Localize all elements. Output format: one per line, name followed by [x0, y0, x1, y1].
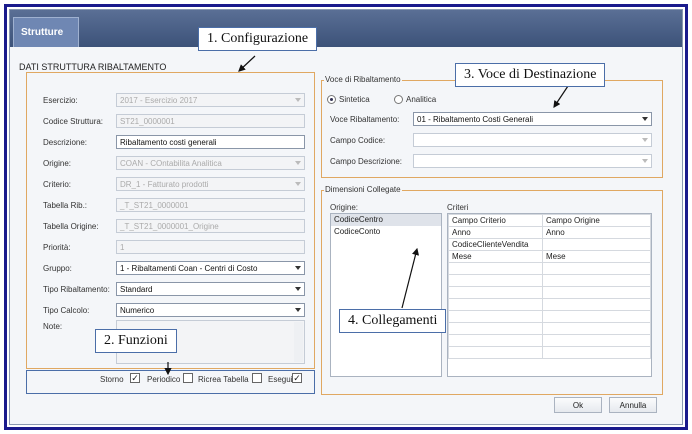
callout-configurazione: 1. Configurazione [198, 27, 318, 51]
callout-voce-destinazione: 3. Voce di Destinazione [455, 63, 606, 87]
callout-funzioni: 2. Funzioni [95, 329, 177, 353]
arrow-1 [238, 55, 256, 72]
callout-collegamenti: 4. Collegamenti [339, 309, 447, 333]
arrow-4 [401, 247, 420, 309]
arrow-3 [553, 85, 569, 108]
